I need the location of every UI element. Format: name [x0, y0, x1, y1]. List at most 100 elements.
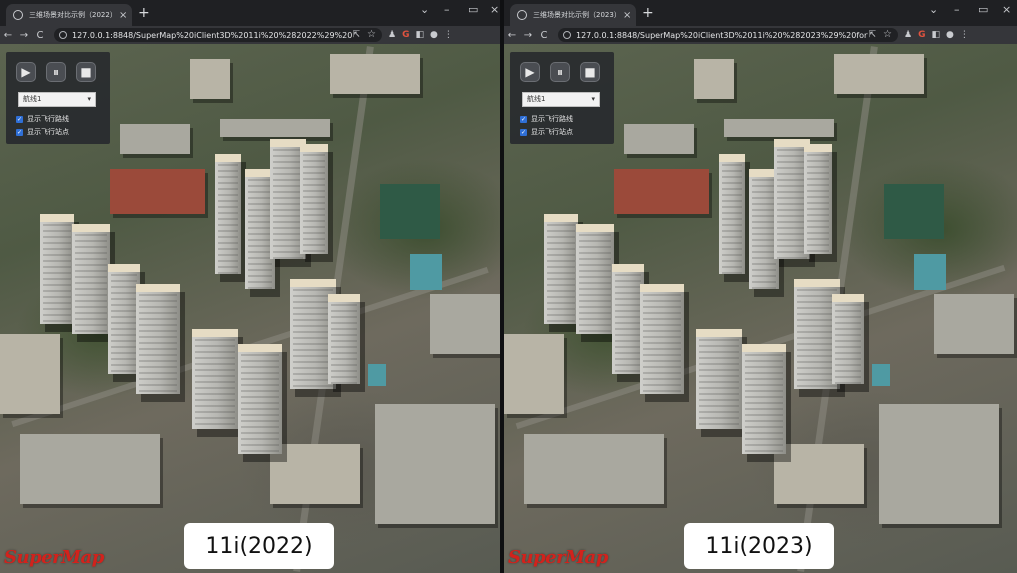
url-text: 127.0.0.1:8848/SuperMap%20iClient3D%2011… [72, 30, 352, 40]
reload-button[interactable]: C [536, 30, 552, 41]
show-stops-checkbox[interactable]: ✓ 显示飞行站点 [16, 127, 69, 137]
chevron-down-icon[interactable]: ⌄ [929, 3, 938, 16]
stop-button[interactable]: ■ [580, 62, 600, 82]
close-window-icon[interactable]: × [1002, 3, 1011, 16]
building-complex [524, 434, 664, 504]
tower [804, 144, 832, 254]
minimize-icon[interactable]: – [954, 3, 960, 16]
bookmark-star-icon[interactable]: ☆ [367, 28, 376, 42]
building [624, 124, 694, 154]
tab-title: 三维场景对比示例（2023） [533, 11, 619, 19]
route-select-value: 航线1 [527, 95, 546, 103]
checkbox-checked-icon[interactable]: ✓ [16, 128, 23, 136]
chevron-down-icon: ▾ [87, 95, 91, 103]
building [220, 119, 330, 137]
browser-toolbar: ← → C 127.0.0.1:8848/SuperMap%20iClient3… [0, 26, 500, 44]
bookmark-star-icon[interactable]: ☆ [883, 28, 892, 42]
globe-icon [517, 10, 527, 20]
sports-field [884, 184, 944, 239]
minimize-icon[interactable]: – [444, 3, 450, 16]
building [0, 334, 60, 414]
tower [72, 224, 110, 334]
address-bar[interactable]: 127.0.0.1:8848/SuperMap%20iClient3D%2011… [558, 28, 898, 42]
share-icon[interactable]: ⇱ [868, 28, 876, 42]
pool [914, 254, 946, 290]
checkbox-label: 显示飞行站点 [531, 128, 573, 136]
pool [368, 364, 386, 386]
sidebar-icon[interactable]: ◧ [415, 30, 424, 40]
forward-button[interactable]: → [520, 30, 536, 41]
stop-icon: ■ [80, 65, 92, 79]
building [694, 59, 734, 99]
sports-field [380, 184, 440, 239]
building-complex [20, 434, 160, 504]
play-icon: ▶ [21, 65, 31, 79]
flight-control-panel: ▶ ⏸ ■ 航线1 ▾ ✓ 显示飞行路线 ✓ 显示飞行站点 [510, 52, 614, 144]
supermap-logo: SuperMap [508, 547, 608, 568]
play-icon: ▶ [525, 65, 535, 79]
menu-icon[interactable]: ⋮ [960, 30, 969, 40]
extension-icon[interactable]: ♟ [388, 30, 396, 40]
tower [640, 284, 684, 394]
address-bar[interactable]: 127.0.0.1:8848/SuperMap%20iClient3D%2011… [54, 28, 382, 42]
building [120, 124, 190, 154]
checkbox-label: 显示飞行路线 [27, 115, 69, 123]
reload-button[interactable]: C [32, 30, 48, 41]
version-label: 11i(2023) [684, 523, 834, 569]
tower [719, 154, 745, 274]
google-extension-icon[interactable]: G [918, 30, 925, 40]
route-select-value: 航线1 [23, 95, 42, 103]
tower [300, 144, 328, 254]
back-button[interactable]: ← [0, 30, 16, 41]
building [774, 444, 864, 504]
building [934, 294, 1014, 354]
pause-button[interactable]: ⏸ [550, 62, 570, 82]
maximize-icon[interactable]: ▭ [978, 3, 988, 16]
play-button[interactable]: ▶ [16, 62, 36, 82]
profile-icon[interactable]: ● [430, 30, 438, 40]
building [330, 54, 420, 94]
maximize-icon[interactable]: ▭ [468, 3, 478, 16]
browser-tab[interactable]: 三维场景对比示例（2022） × [6, 4, 132, 26]
new-tab-button[interactable]: + [642, 5, 654, 21]
browser-tab[interactable]: 三维场景对比示例（2023） × [510, 4, 636, 26]
chevron-down-icon[interactable]: ⌄ [420, 3, 429, 16]
pause-button[interactable]: ⏸ [46, 62, 66, 82]
play-button[interactable]: ▶ [520, 62, 540, 82]
share-icon[interactable]: ⇱ [352, 28, 360, 42]
stop-icon: ■ [584, 65, 596, 79]
back-button[interactable]: ← [504, 30, 520, 41]
checkbox-checked-icon[interactable]: ✓ [520, 115, 527, 123]
checkbox-checked-icon[interactable]: ✓ [16, 115, 23, 123]
show-route-checkbox[interactable]: ✓ 显示飞行路线 [16, 114, 69, 124]
show-route-checkbox[interactable]: ✓ 显示飞行路线 [520, 114, 573, 124]
new-tab-button[interactable]: + [138, 5, 150, 21]
checkbox-label: 显示飞行路线 [531, 115, 573, 123]
site-info-icon[interactable] [59, 31, 67, 39]
close-tab-icon[interactable]: × [119, 10, 127, 21]
close-window-icon[interactable]: × [490, 3, 499, 16]
tower [136, 284, 180, 394]
google-extension-icon[interactable]: G [402, 30, 409, 40]
red-roof-building [110, 169, 205, 214]
close-tab-icon[interactable]: × [623, 10, 631, 21]
building [190, 59, 230, 99]
stop-button[interactable]: ■ [76, 62, 96, 82]
checkbox-checked-icon[interactable]: ✓ [520, 128, 527, 136]
route-select[interactable]: 航线1 ▾ [18, 92, 96, 107]
building [724, 119, 834, 137]
site-info-icon[interactable] [563, 31, 571, 39]
building-complex [879, 404, 999, 524]
forward-button[interactable]: → [16, 30, 32, 41]
sidebar-icon[interactable]: ◧ [931, 30, 940, 40]
route-select[interactable]: 航线1 ▾ [522, 92, 600, 107]
extension-icon[interactable]: ♟ [904, 30, 912, 40]
red-roof-building [614, 169, 709, 214]
profile-icon[interactable]: ● [946, 30, 954, 40]
tower [696, 329, 742, 429]
show-stops-checkbox[interactable]: ✓ 显示飞行站点 [520, 127, 573, 137]
menu-icon[interactable]: ⋮ [444, 30, 453, 40]
tower [832, 294, 864, 384]
tower [544, 214, 578, 324]
tower [576, 224, 614, 334]
